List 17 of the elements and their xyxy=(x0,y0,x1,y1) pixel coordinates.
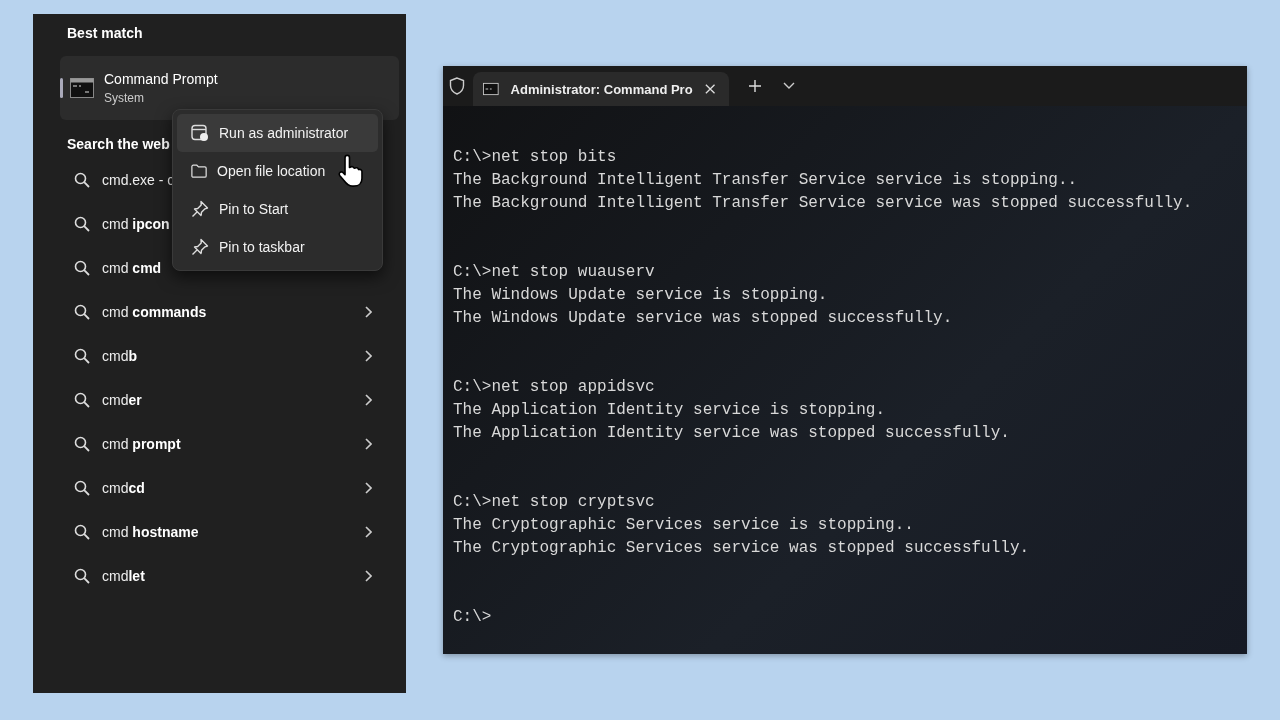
command-line: C:\>net stop appidsvc xyxy=(453,377,655,398)
prompt-line: C:\> xyxy=(453,607,492,628)
output-line: The Windows Update service is stopping. xyxy=(453,285,828,306)
output-line: The Windows Update service was stopped successfully. xyxy=(453,308,953,329)
output-line: The Background Intelligent Transfer Service service was stopped successfully. xyxy=(453,193,1193,214)
output-line: The Cryptographic Services service is stopping.. xyxy=(453,515,914,536)
section-heading: Search the web xyxy=(66,136,171,154)
output-line: The Cryptographic Services service was stopped successfully. xyxy=(453,538,1030,559)
app-category: System xyxy=(104,91,145,105)
app-title: Command Prompt xyxy=(104,71,218,87)
command-line: C:\>net stop cryptsvc xyxy=(453,492,655,513)
command-line: C:\>net stop wuauserv xyxy=(453,262,655,283)
output-line: The Application Identity service is stopping. xyxy=(453,400,886,421)
output-line: The Background Intelligent Transfer Service service is stopping.. xyxy=(453,170,1078,191)
output-line: The Application Identity service was stopped successfully. xyxy=(453,423,1010,444)
command-line: C:\>net stop bits xyxy=(453,147,617,168)
section-heading: Best match xyxy=(66,25,144,43)
